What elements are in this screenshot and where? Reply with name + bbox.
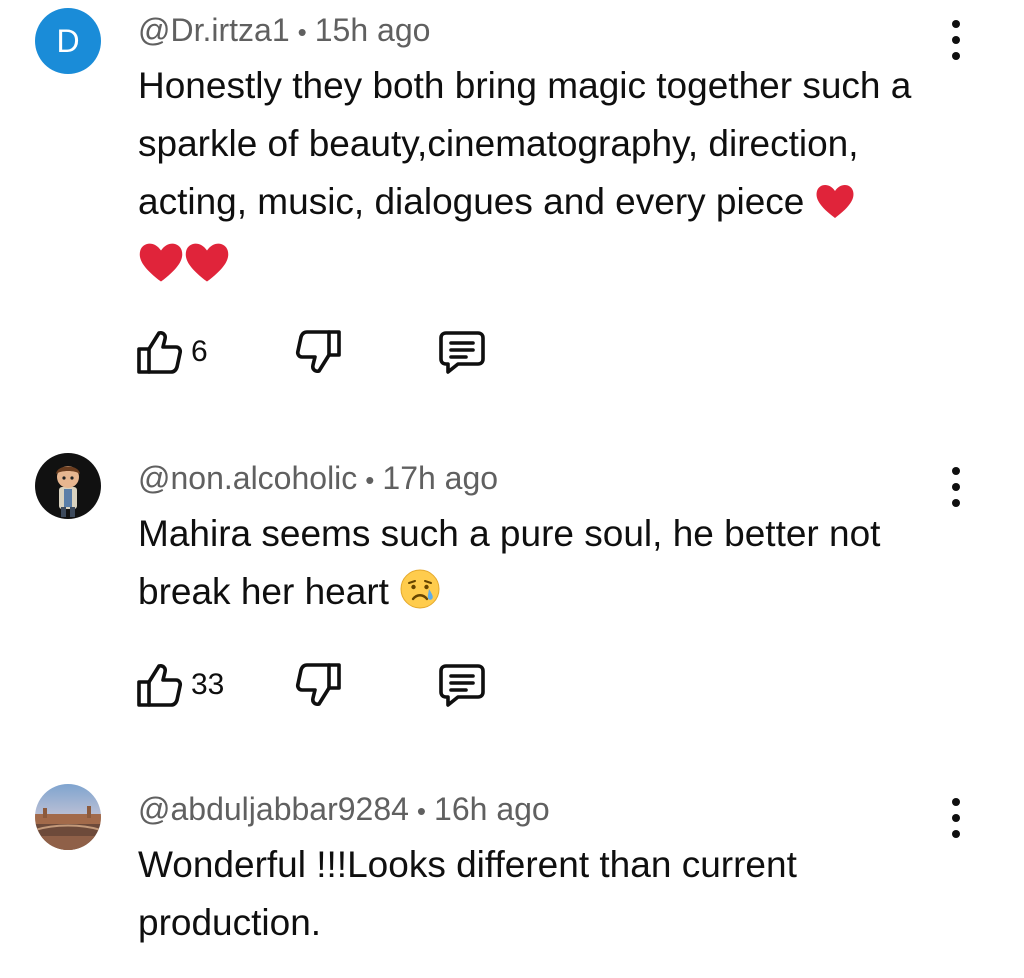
- meta-separator: •: [365, 465, 375, 495]
- reply-button[interactable]: [438, 661, 486, 709]
- comment-meta: @abduljabbar9284 • 16h ago: [138, 793, 550, 825]
- comment-text: Mahira seems such a pure soul, he better…: [138, 505, 958, 627]
- more-options-icon[interactable]: [944, 467, 968, 507]
- comment-author[interactable]: @Dr.irtza1: [138, 12, 290, 48]
- dislike-button[interactable]: [295, 661, 343, 709]
- avatar[interactable]: D: [35, 8, 101, 74]
- like-button[interactable]: 6: [135, 328, 208, 376]
- red-heart-icon: [815, 179, 855, 237]
- comment-actions: 33: [135, 661, 535, 709]
- city-photo-avatar-icon: [35, 784, 101, 850]
- comment-text: Honestly they both bring magic together …: [138, 57, 958, 301]
- cartoon-boy-avatar-icon: [35, 453, 101, 519]
- reply-icon: [439, 331, 485, 374]
- meta-separator: •: [416, 796, 427, 826]
- reply-icon: [439, 664, 485, 707]
- more-options-icon[interactable]: [944, 798, 968, 838]
- like-count: 6: [191, 335, 208, 368]
- meta-separator: •: [297, 17, 307, 47]
- avatar[interactable]: [35, 784, 101, 850]
- comment-text: Wonderful !!!Looks different than curren…: [138, 844, 797, 943]
- thumbs-down-icon: [295, 663, 341, 706]
- comment-author[interactable]: @non.alcoholic: [138, 460, 357, 496]
- red-heart-icon: [184, 240, 230, 301]
- comment-author[interactable]: @abduljabbar9284: [138, 791, 409, 827]
- thumbs-down-icon: [295, 330, 341, 373]
- sad-but-relieved-face-icon: [399, 568, 441, 627]
- comment-time: 15h ago: [314, 12, 431, 48]
- avatar[interactable]: [35, 453, 101, 519]
- comment-time: 17h ago: [382, 460, 499, 496]
- thumbs-up-icon: [137, 331, 183, 374]
- thumbs-up-icon: [137, 664, 183, 707]
- dislike-button[interactable]: [295, 328, 343, 376]
- comment-time: 16h ago: [434, 791, 550, 827]
- like-button[interactable]: 33: [135, 661, 224, 709]
- more-options-icon[interactable]: [944, 20, 968, 60]
- comment-meta: @non.alcoholic • 17h ago: [138, 462, 498, 494]
- like-count: 33: [191, 668, 225, 701]
- reply-button[interactable]: [438, 328, 486, 376]
- comment-meta: @Dr.irtza1 • 15h ago: [138, 14, 430, 46]
- comment-actions: 6: [135, 328, 535, 376]
- red-heart-icon: [138, 240, 184, 301]
